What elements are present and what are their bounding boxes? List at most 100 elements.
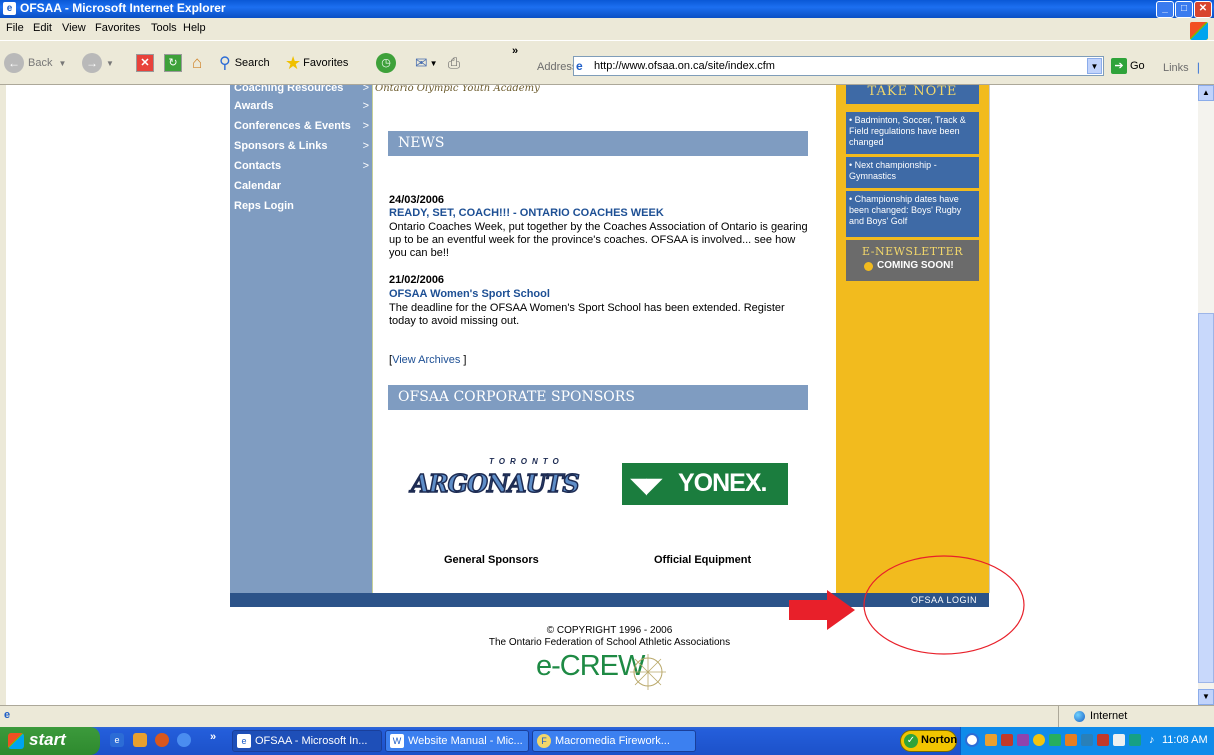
history-button[interactable]: ◷: [376, 53, 396, 73]
address-input[interactable]: e http://www.ofsaa.on.ca/site/index.cfm …: [573, 56, 1104, 76]
take-note-item[interactable]: • Championship dates have been changed: …: [846, 191, 979, 237]
argonauts-logo[interactable]: TORONTO ARGONAUTS: [410, 457, 581, 513]
tray-app-icon[interactable]: [1081, 734, 1093, 746]
menu-help[interactable]: Help: [183, 22, 206, 34]
news-headline-link[interactable]: READY, SET, COACH!!! - ONTARIO COACHES W…: [389, 207, 664, 219]
go-arrow-icon: ➔: [1111, 58, 1127, 74]
clock-label: 11:08 AM: [1162, 734, 1208, 746]
start-button[interactable]: start: [0, 727, 100, 755]
windows-logo-icon: [8, 733, 24, 749]
status-divider: [1058, 706, 1059, 728]
firefox-quicklaunch-icon[interactable]: [155, 733, 169, 747]
status-bar: e Internet: [0, 705, 1214, 728]
system-tray: ♪ 11:08 AM: [960, 727, 1214, 755]
vertical-scrollbar[interactable]: ▲ ▼: [1198, 85, 1214, 705]
tray-app-icon[interactable]: [1113, 734, 1125, 746]
academy-banner: Ontario Olympic Youth Academy: [375, 85, 540, 94]
take-note-header: TAKE NOTE: [846, 85, 979, 104]
favorites-button[interactable]: ★ Favorites: [285, 53, 348, 73]
red-arrow-annotation: [789, 590, 855, 630]
news-body: Ontario Coaches Week, put together by th…: [389, 221, 808, 259]
fireworks-task-icon: F: [537, 734, 551, 748]
bullet-dot-icon: [864, 262, 873, 271]
e-crew-logo[interactable]: e-CREW: [536, 650, 676, 690]
title-bar: e OFSAA - Microsoft Internet Explorer _ …: [0, 0, 1214, 18]
e-newsletter-box[interactable]: E-NEWSLETTER COMING SOON!: [846, 240, 979, 281]
links-button[interactable]: Links ❘: [1163, 61, 1203, 74]
ie-page-icon: e: [576, 59, 583, 73]
norton-button[interactable]: ✓ Norton: [900, 730, 957, 752]
ie-quicklaunch-icon[interactable]: e: [110, 733, 124, 747]
news-date: 24/03/2006: [389, 194, 445, 206]
tray-app-icon[interactable]: [1065, 734, 1077, 746]
tray-app-icon[interactable]: [1033, 734, 1045, 746]
zone-label: Internet: [1090, 710, 1128, 722]
menu-tools[interactable]: Tools: [151, 22, 177, 34]
task-fireworks[interactable]: F Macromedia Firework...: [532, 730, 696, 752]
checkmark-icon: ✓: [904, 734, 918, 748]
menu-file[interactable]: File: [6, 22, 24, 34]
ie-task-icon: e: [237, 734, 251, 748]
chevron-down-icon: ▼: [58, 58, 67, 68]
address-label: Address: [537, 61, 578, 73]
ie2-quicklaunch-icon[interactable]: [177, 733, 191, 747]
view-archives-link[interactable]: View Archives: [392, 354, 460, 366]
yonex-mark-icon: ◥◤: [631, 475, 662, 497]
forward-button[interactable]: → ▼: [82, 53, 114, 73]
nav-item-sponsors[interactable]: Sponsors & Links >: [230, 137, 372, 156]
general-sponsors-label: General Sponsors: [444, 554, 539, 566]
scroll-thumb[interactable]: [1198, 313, 1214, 683]
menu-favorites[interactable]: Favorites: [95, 22, 140, 34]
tray-app-icon[interactable]: [1129, 734, 1141, 746]
close-button[interactable]: ✕: [1194, 1, 1212, 18]
stop-button[interactable]: ✕: [136, 53, 154, 73]
nav-item-contacts[interactable]: Contacts >: [230, 157, 372, 176]
stop-icon: ✕: [136, 54, 154, 72]
tray-app-icon[interactable]: [1017, 734, 1029, 746]
take-note-item[interactable]: • Next championship - Gymnastics: [846, 157, 979, 188]
take-note-item[interactable]: • Badminton, Soccer, Track & Field regul…: [846, 112, 979, 154]
task-ofsaa[interactable]: e OFSAA - Microsoft In...: [232, 730, 382, 752]
back-button[interactable]: ← Back ▼: [4, 53, 66, 73]
quicklaunch-chevron[interactable]: »: [210, 731, 216, 743]
minimize-button[interactable]: _: [1156, 1, 1174, 18]
news-headline-link[interactable]: OFSAA Women's Sport School: [389, 288, 550, 300]
search-button[interactable]: ⚲ Search: [219, 53, 270, 73]
chevron-down-icon: ▼: [429, 58, 438, 68]
tray-app-icon[interactable]: [1049, 734, 1061, 746]
right-sidebar: TAKE NOTE • Badminton, Soccer, Track & F…: [836, 85, 989, 593]
outlook-quicklaunch-icon[interactable]: [133, 733, 147, 747]
address-dropdown-icon[interactable]: ▼: [1087, 58, 1102, 74]
nav-item-conferences[interactable]: Conferences & Events >: [230, 117, 372, 136]
nav-item-reps-login[interactable]: Reps Login: [230, 197, 372, 216]
refresh-button[interactable]: ↻: [164, 53, 182, 73]
org-name-text: The Ontario Federation of School Athleti…: [488, 637, 731, 648]
main-content: Ontario Olympic Youth Academy NEWS 24/03…: [372, 85, 837, 593]
speaker-icon[interactable]: ♪: [1149, 734, 1155, 746]
menu-view[interactable]: View: [62, 22, 86, 34]
forward-arrow-icon: →: [82, 53, 102, 73]
history-icon: ◷: [376, 53, 396, 73]
mail-icon: ✉: [415, 55, 428, 72]
news-body: The deadline for the OFSAA Women's Sport…: [389, 302, 785, 327]
nav-item-awards[interactable]: Awards >: [230, 97, 372, 116]
scroll-down-icon[interactable]: ▼: [1198, 689, 1214, 705]
home-button[interactable]: ⌂: [192, 53, 202, 73]
tray-app-icon[interactable]: [1097, 734, 1109, 746]
tray-app-icon[interactable]: [985, 734, 997, 746]
go-button[interactable]: ➔ Go: [1111, 58, 1145, 74]
menu-edit[interactable]: Edit: [33, 22, 52, 34]
globe-icon: [1074, 711, 1085, 722]
print-icon: ⎙: [448, 54, 461, 72]
right-divider: [989, 85, 990, 593]
tray-app-icon[interactable]: [1001, 734, 1013, 746]
mail-button[interactable]: ✉ ▼: [415, 53, 438, 73]
scroll-up-icon[interactable]: ▲: [1198, 85, 1214, 101]
maximize-button[interactable]: □: [1175, 1, 1193, 18]
tray-expand-icon[interactable]: [965, 733, 979, 747]
print-button[interactable]: ⎙: [448, 53, 460, 73]
nav-item-calendar[interactable]: Calendar: [230, 177, 372, 196]
toolbar-chevron[interactable]: »: [512, 45, 518, 57]
yonex-logo[interactable]: ◥◤ YONEX.: [622, 463, 788, 505]
task-website-manual[interactable]: W Website Manual - Mic...: [385, 730, 529, 752]
